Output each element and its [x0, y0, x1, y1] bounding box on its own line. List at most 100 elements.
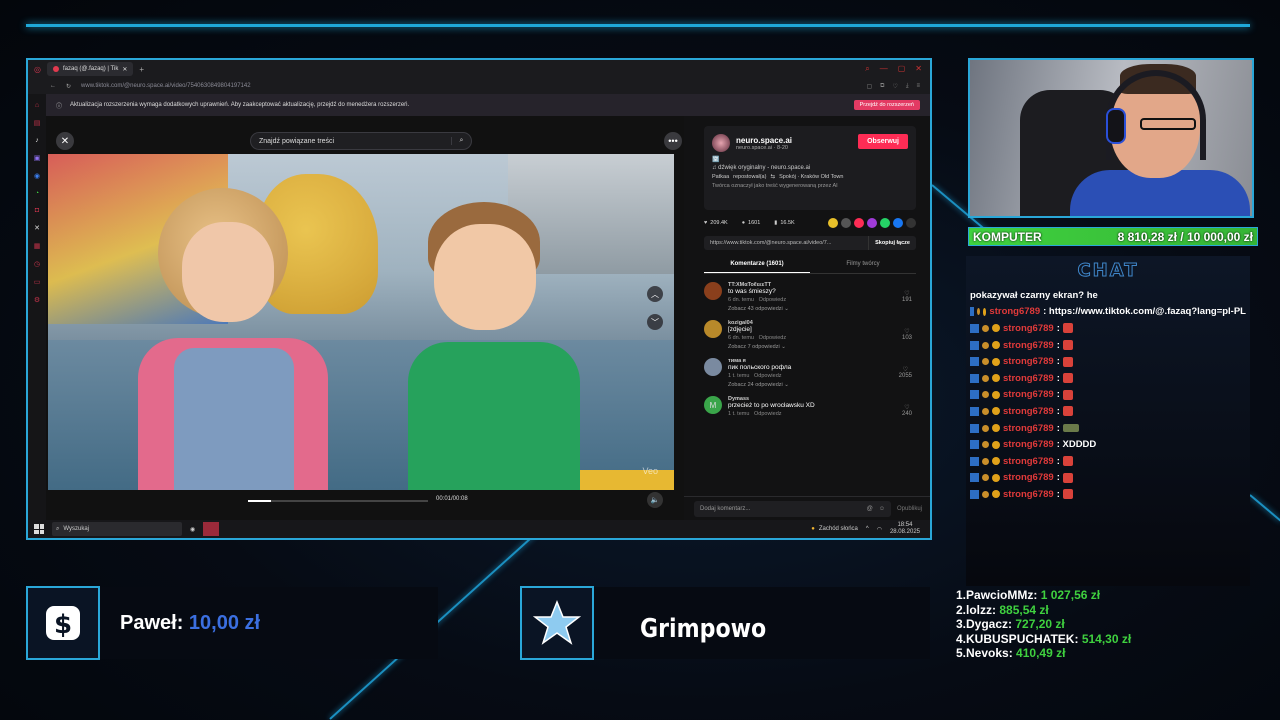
search-icon[interactable]: ⌕	[865, 64, 869, 74]
view-replies-button[interactable]: Zobacz 43 odpowiedzi ⌄	[728, 306, 789, 312]
bookmark-icon[interactable]: ▢	[866, 83, 872, 90]
emoji-share-icon[interactable]	[828, 218, 838, 228]
like-stat[interactable]: ♥ 209.4K	[704, 220, 728, 226]
chat-username[interactable]: strong6789	[1003, 423, 1054, 434]
sidebar-x-icon[interactable]: ✕	[34, 224, 40, 232]
chat-username[interactable]: strong6789	[1003, 323, 1054, 334]
search-icon[interactable]: ⌕	[451, 137, 471, 145]
chat-username[interactable]: strong6789	[1003, 389, 1054, 400]
sidebar-instagram-icon[interactable]: ◘	[35, 207, 39, 214]
close-video-button[interactable]: ✕	[56, 132, 74, 150]
url-field[interactable]: www.tiktok.com/@neuro.space.ai/video/754…	[81, 83, 251, 89]
start-icon[interactable]	[34, 524, 44, 534]
close-tab-icon[interactable]: ✕	[122, 66, 127, 73]
taskbar-search[interactable]: ⌕ Wyszukaj	[52, 522, 182, 536]
embed-icon[interactable]	[841, 218, 851, 228]
sidebar-messenger-icon[interactable]: ◉	[34, 172, 40, 180]
author-name[interactable]: neuro.space.ai	[736, 136, 792, 145]
chat-username[interactable]: strong6789	[1003, 456, 1054, 467]
comment-like[interactable]: ♡ 2055	[899, 366, 912, 379]
share-arrow-icon[interactable]	[906, 218, 916, 228]
facebook-share-icon[interactable]	[893, 218, 903, 228]
more-options-button[interactable]: •••	[664, 132, 682, 150]
comment-input[interactable]: Dodaj komentarz... @ ☺	[694, 500, 891, 517]
tab-comments[interactable]: Komentarze (1601)	[704, 256, 810, 273]
sidebar-shop-icon[interactable]: ▤	[34, 119, 41, 127]
copy-link-button[interactable]: Skopiuj łącze	[868, 236, 916, 250]
menu-icon[interactable]: ≡	[916, 83, 920, 90]
taskbar-clock[interactable]: 18:54 28.08.2025	[890, 522, 930, 536]
mention-icon[interactable]: @	[867, 506, 873, 512]
gift-badge-icon	[992, 490, 1000, 499]
sidebar-clock-icon[interactable]: ◷	[34, 260, 40, 268]
reply-button[interactable]: Odpowiedz	[754, 411, 782, 417]
emote-icon	[1062, 406, 1073, 417]
tab-creator-videos[interactable]: Filmy twórcy	[810, 256, 916, 273]
chat-username[interactable]: strong6789	[1003, 489, 1054, 500]
video-progress-bar[interactable]	[248, 500, 428, 502]
sidebar-bookmark-icon[interactable]: ▭	[34, 278, 41, 286]
reply-button[interactable]: Odpowiedz	[759, 335, 787, 341]
reply-button[interactable]: Odpowiedz	[754, 373, 782, 379]
sidebar-home-icon[interactable]: ⌂	[35, 102, 39, 109]
avatar[interactable]: M	[704, 396, 722, 414]
view-replies-button[interactable]: Zobacz 24 odpowiedzi ⌄	[728, 382, 791, 388]
avatar[interactable]	[704, 358, 722, 376]
sidebar-tiktok-icon[interactable]: ♪	[35, 137, 39, 144]
sidebar-apps-icon[interactable]: ▦	[34, 242, 41, 250]
wifi-icon[interactable]: ◠	[877, 526, 882, 533]
sound-link[interactable]: ♫ dźwięk oryginalny - neuro.space.ai	[712, 165, 908, 171]
emoji-icon[interactable]: ☺	[879, 506, 885, 512]
chat-username[interactable]: strong6789	[1003, 406, 1054, 417]
view-replies-button[interactable]: Zobacz 7 odpowiedzi ⌄	[728, 344, 786, 350]
close-window-icon[interactable]: ✕	[915, 64, 922, 74]
whatsapp-share-icon[interactable]	[880, 218, 890, 228]
chat-username[interactable]: strong6789	[1003, 356, 1054, 367]
sidebar-twitch-icon[interactable]: ▣	[34, 154, 41, 162]
comment-like[interactable]: ♡ 103	[902, 328, 912, 341]
go-to-extensions-button[interactable]: Przejdź do rozszerzeń	[853, 100, 920, 110]
taskbar-widget-icon[interactable]: ◉	[190, 526, 195, 533]
comment-like[interactable]: ♡ 240	[902, 404, 912, 417]
download-icon[interactable]: ⤓	[906, 83, 909, 90]
location[interactable]: Spokój · Kraków Old Town	[779, 174, 843, 180]
maximize-icon[interactable]: ▢	[898, 64, 906, 74]
related-search-input[interactable]: Znajdź powiązane treści ⌕	[250, 132, 472, 150]
weather-widget[interactable]: ● Zachód słońca	[811, 526, 858, 532]
heart-icon[interactable]: ♡	[892, 83, 897, 90]
chat-username[interactable]: strong6789	[1003, 373, 1054, 384]
browser-menu-icon[interactable]: ◎	[34, 65, 41, 74]
comment-like[interactable]: ♡ 191	[902, 290, 912, 303]
chat-username[interactable]: strong6789	[1003, 439, 1054, 450]
sidebar-settings-icon[interactable]: ⚙	[34, 296, 40, 304]
dollar-tile: $	[26, 586, 100, 660]
video-frame[interactable]: Veo	[48, 154, 674, 490]
reply-button[interactable]: Odpowiedz	[759, 297, 787, 303]
chat-username[interactable]: strong6789	[1003, 340, 1054, 351]
chat-username[interactable]: strong6789	[989, 306, 1040, 317]
extension-icon[interactable]: ⧉	[880, 83, 884, 90]
save-stat[interactable]: ▮ 16.5K	[774, 220, 794, 226]
minimize-icon[interactable]: —	[880, 64, 888, 74]
chat-username[interactable]: strong6789	[1003, 472, 1054, 483]
volume-icon[interactable]: 🔈	[647, 492, 663, 508]
reload-icon[interactable]: ↻	[66, 83, 71, 90]
taskbar-app-icon[interactable]	[203, 522, 220, 536]
next-video-icon[interactable]: ﹀	[647, 314, 663, 330]
previous-video-icon[interactable]: ︿	[647, 286, 663, 302]
avatar[interactable]	[704, 282, 722, 300]
repost-user[interactable]: Patkaa	[712, 174, 729, 180]
sidebar-whatsapp-icon[interactable]: ◔	[35, 190, 39, 197]
back-icon[interactable]: ←	[50, 83, 56, 89]
tank-emote-icon	[1062, 424, 1079, 433]
comment-stat[interactable]: ● 1601	[742, 220, 761, 226]
new-tab-icon[interactable]: +	[139, 65, 144, 74]
tray-chevron-icon[interactable]: ^	[866, 526, 869, 532]
follow-button[interactable]: Obserwuj	[858, 134, 908, 149]
messenger-share-icon[interactable]	[867, 218, 877, 228]
browser-tab[interactable]: fazaq (@.fazaq) | Tik ✕	[46, 62, 134, 76]
post-comment-button[interactable]: Opublikuj	[897, 506, 922, 512]
avatar[interactable]	[704, 320, 722, 338]
avatar[interactable]	[712, 134, 730, 152]
send-icon[interactable]	[854, 218, 864, 228]
